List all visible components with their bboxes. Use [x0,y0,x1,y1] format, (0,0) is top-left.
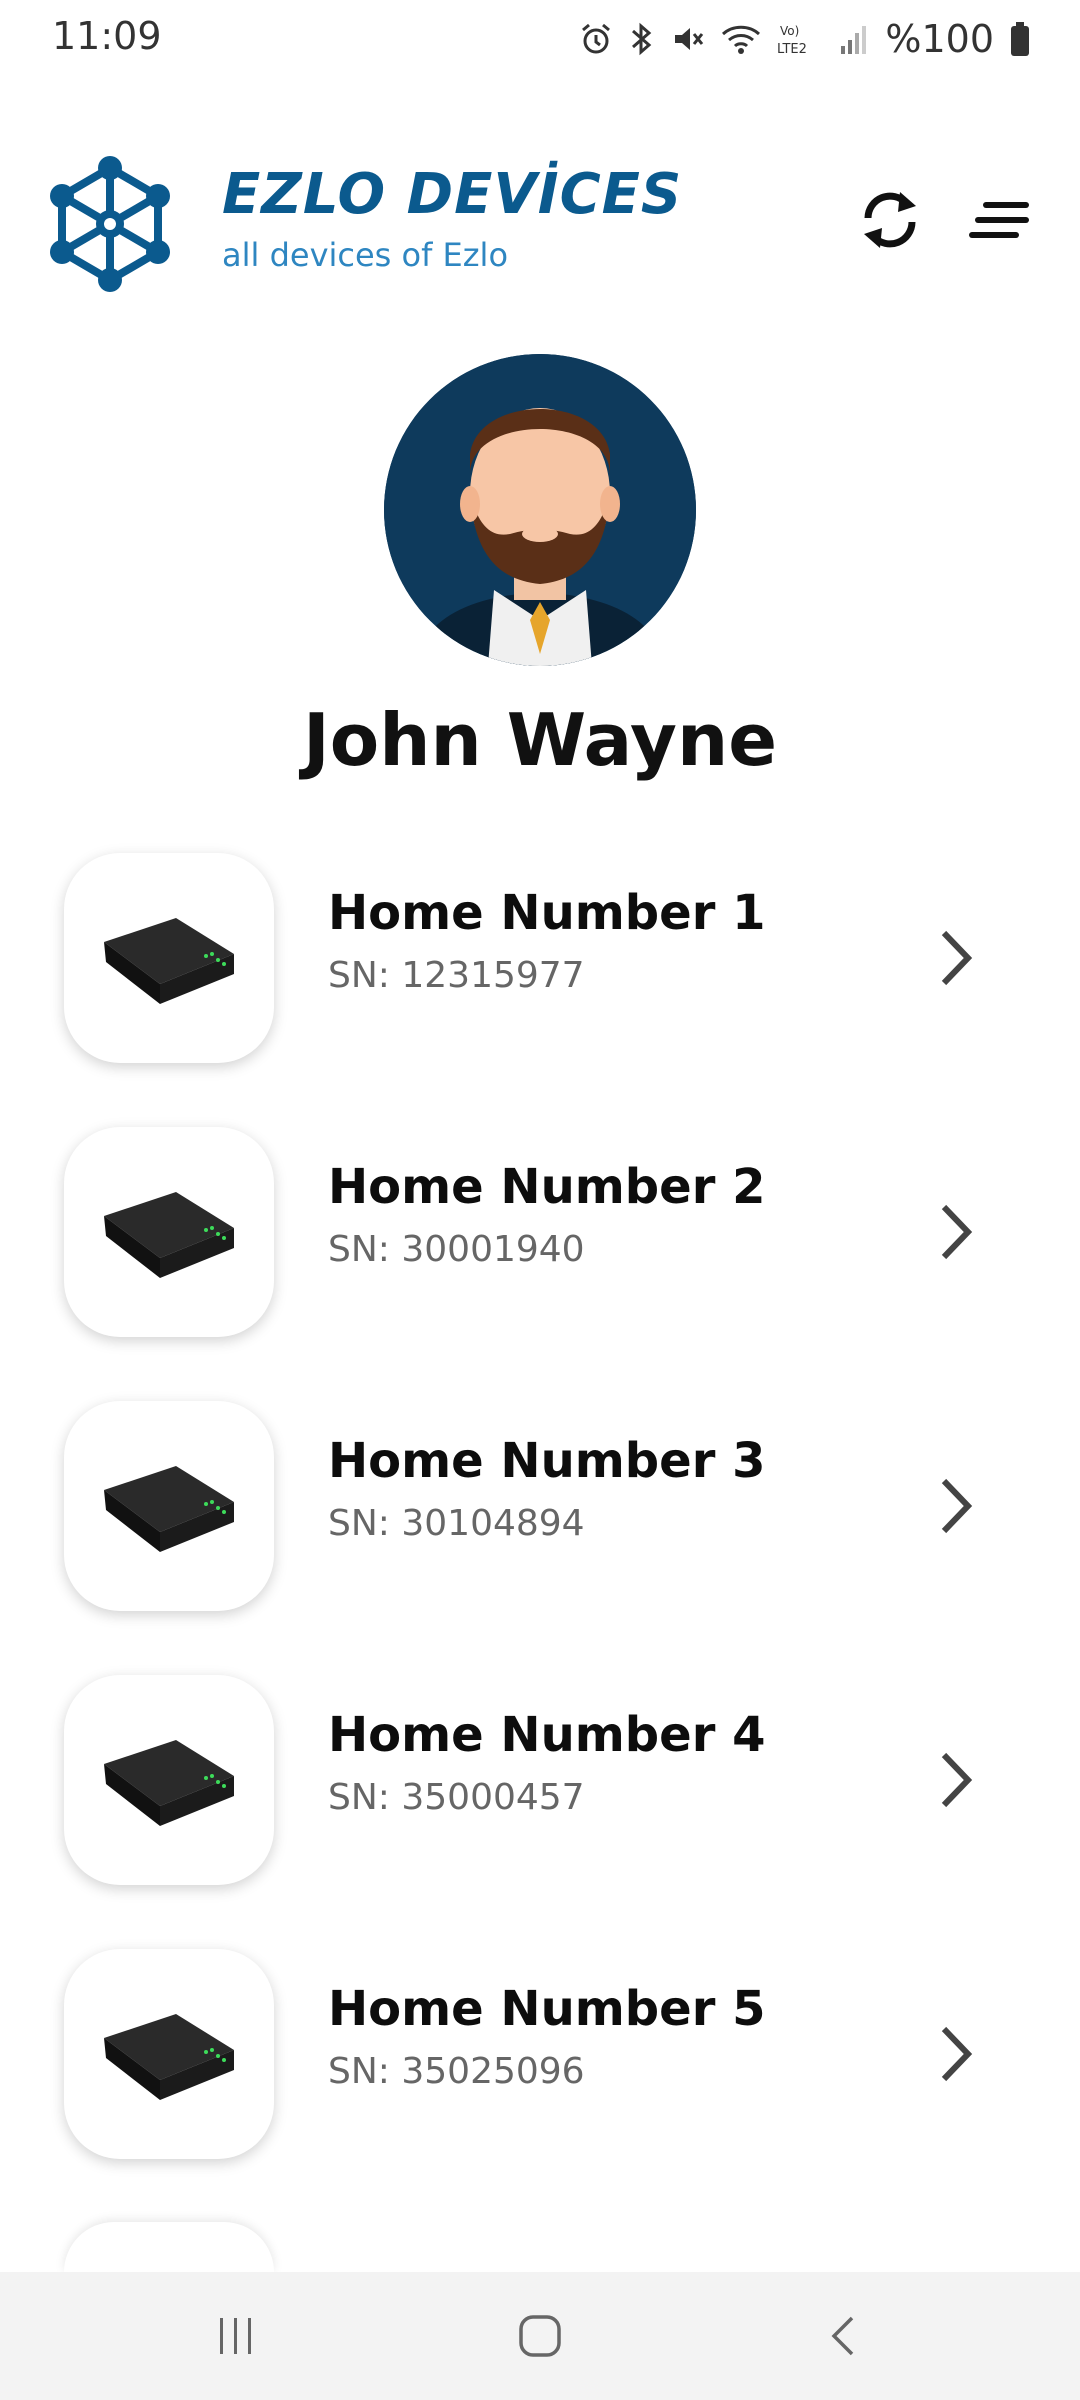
device-thumbnail [64,1401,274,1611]
device-row[interactable]: Home Number 3 SN: 30104894 [0,1401,1080,1613]
device-row[interactable]: Home Number 1 SN: 12315977 [0,853,1080,1065]
device-thumbnail [64,1675,274,1885]
svg-text:LTE2: LTE2 [777,42,807,57]
device-thumbnail-partial [64,2222,274,2272]
hub-device-image [104,1192,234,1278]
refresh-icon [864,192,916,248]
wifi-icon [722,25,761,54]
device-serial: SN: 12315977 [328,955,585,996]
bluetooth-icon [632,22,652,56]
hub-device-image [104,1466,234,1552]
refresh-button[interactable] [850,180,930,260]
device-name: Home Number 2 [328,1159,766,1215]
chevron-right-icon [941,1752,973,1808]
logo-icon [50,156,170,292]
device-name: Home Number 5 [328,1981,766,2037]
device-name: Home Number 3 [328,1433,766,1489]
status-time: 11:09 [52,14,162,58]
recent-apps-button[interactable] [176,2296,296,2376]
device-serial: SN: 35025096 [328,2051,585,2092]
battery-level: %100 [885,17,994,61]
hub-device-image [104,2014,234,2100]
home-icon [519,2315,561,2357]
device-row[interactable]: Home Number 5 SN: 35025096 [0,1949,1080,2161]
device-name: Home Number 4 [328,1707,766,1763]
hub-device-image [104,1740,234,1826]
device-row[interactable]: Home Number 2 SN: 30001940 [0,1127,1080,1339]
svg-text:Vo): Vo) [780,24,799,38]
mute-icon [675,28,704,50]
device-serial: SN: 35000457 [328,1777,585,1818]
brand-title: EZLO DEVİCES [222,162,683,227]
system-nav-bar [0,2272,1080,2400]
menu-icon [969,202,1029,238]
alarm-icon [582,23,611,54]
user-name: John Wayne [302,698,778,782]
device-thumbnail [64,853,274,1063]
lte-icon: Vo) LTE2 [777,24,807,57]
chevron-right-icon [941,1204,973,1260]
device-thumbnail [64,1127,274,1337]
battery-icon [1011,22,1029,56]
back-button[interactable] [784,2296,904,2376]
hub-device-image [104,918,234,1004]
device-serial: SN: 30104894 [328,1503,585,1544]
device-serial: SN: 30001940 [328,1229,585,1270]
menu-button[interactable] [962,180,1038,260]
signal-icon [841,26,867,54]
status-bar: 11:09 Vo) LTE2 %100 [0,0,1080,80]
app-header: EZLO DEVİCES all devices of Ezlo [0,140,1080,300]
device-thumbnail [64,1949,274,2159]
chevron-right-icon [941,930,973,986]
back-icon [831,2316,854,2356]
avatar [384,354,696,666]
recent-apps-icon [220,2318,251,2354]
device-row[interactable]: Home Number 4 SN: 35000457 [0,1675,1080,1887]
device-name: Home Number 1 [328,885,766,941]
brand-subtitle: all devices of Ezlo [222,236,509,274]
home-button[interactable] [480,2296,600,2376]
chevron-right-icon [941,2026,973,2082]
chevron-right-icon [941,1478,973,1534]
status-icons: Vo) LTE2 %100 [579,14,1030,64]
